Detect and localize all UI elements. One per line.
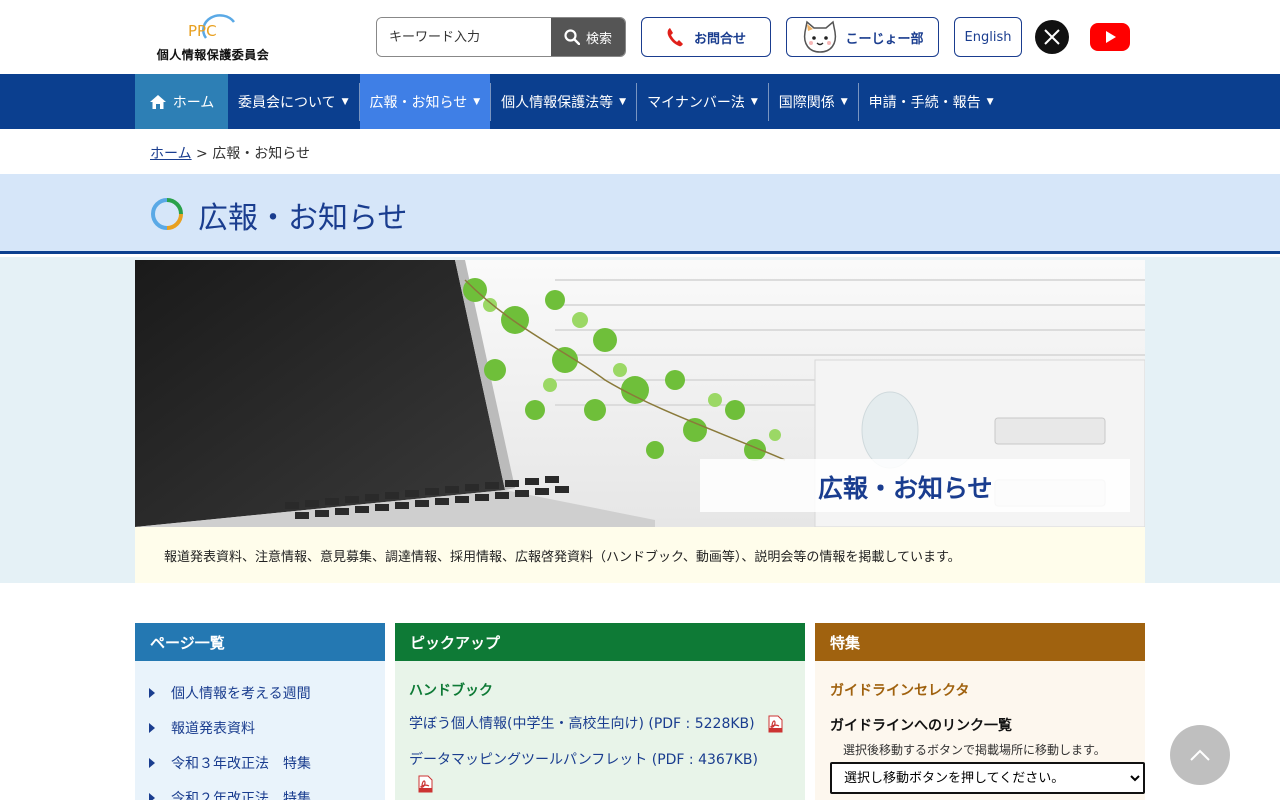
hero-description: 報道発表資料、注意情報、意見募集、調達情報、採用情報、広報啓発資料（ハンドブック… <box>135 527 1145 583</box>
list-item-label: 報道発表資料 <box>171 720 255 737</box>
back-to-top-button[interactable] <box>1170 725 1230 785</box>
kojo-label: こーじょー部 <box>845 31 924 47</box>
page-title-band: 広報・お知らせ <box>0 174 1280 254</box>
guideline-note: 選択後移動するボタンで掲載場所に移動します。 <box>843 743 1106 757</box>
nav-label: 委員会について <box>238 94 336 111</box>
pickup-link-label: データマッピングツールパンフレット (PDF : 4367KB) <box>409 752 758 768</box>
english-label: English <box>964 29 1012 45</box>
triangle-right-icon <box>149 722 155 733</box>
phone-icon <box>667 28 683 47</box>
list-item-label: 令和２年改正法 特集 <box>171 790 311 800</box>
home-icon <box>149 94 166 109</box>
english-button[interactable]: English <box>954 17 1022 57</box>
nav-label: マイナンバー法 <box>647 94 745 111</box>
pickup-link-handbook[interactable]: 学ぼう個人情報(中学生・高校生向け) (PDF : 5228KB) <box>409 713 783 733</box>
breadcrumb: ホーム > 広報・お知らせ <box>150 143 310 163</box>
pickup-link-datamapping[interactable]: データマッピングツールパンフレット (PDF : 4367KB) <box>409 749 758 769</box>
hero-description-text: 報道発表資料、注意情報、意見募集、調達情報、採用情報、広報啓発資料（ハンドブック… <box>164 550 961 565</box>
nav-item-news[interactable]: 広報・お知らせ ▼ <box>359 74 491 129</box>
nav-item-privacy-law[interactable]: 個人情報保護法等 ▼ <box>491 74 636 129</box>
search-icon <box>564 29 580 45</box>
caret-down-icon: ▼ <box>750 96 758 107</box>
special-subheading: ガイドラインセレクタ <box>830 683 970 699</box>
list-item-label: 個人情報を考える週間 <box>171 685 311 702</box>
nav-item-international[interactable]: 国際関係 ▼ <box>769 74 858 129</box>
special-panel: 特集 ガイドラインセレクタ ガイドラインへのリンク一覧 選択後移動するボタンで掲… <box>815 623 1145 800</box>
list-item[interactable]: 個人情報を考える週間 <box>135 675 385 710</box>
page-list-panel: ページ一覧 個人情報を考える週間 報道発表資料 令和３年改正法 特集 令和２年改… <box>135 623 385 800</box>
caret-down-icon: ▼ <box>840 96 848 107</box>
list-item-label: 令和３年改正法 特集 <box>171 755 311 772</box>
nav-item-home[interactable]: ホーム <box>135 74 228 129</box>
nav-label: 個人情報保護法等 <box>501 94 614 111</box>
title-ring-icon <box>151 198 183 230</box>
play-glyph <box>1106 31 1116 43</box>
breadcrumb-sep: > <box>196 146 208 162</box>
nav-item-mynumber[interactable]: マイナンバー法 ▼ <box>637 74 768 129</box>
breadcrumb-home-link[interactable]: ホーム <box>150 146 192 162</box>
guideline-select[interactable]: 選択し移動ボタンを押してください。 <box>830 762 1145 794</box>
kojo-club-button[interactable]: こーじょー部 <box>786 17 939 57</box>
special-heading: 特集 <box>815 623 1145 661</box>
breadcrumb-current: 広報・お知らせ <box>212 146 310 162</box>
search-box: 検索 <box>376 17 626 57</box>
cat-mascot-icon <box>804 20 837 53</box>
nav-label: 国際関係 <box>778 94 835 111</box>
nav-label: 広報・お知らせ <box>369 94 468 111</box>
chevron-up-icon <box>1190 749 1210 761</box>
pickup-panel: ピックアップ ハンドブック 学ぼう個人情報(中学生・高校生向け) (PDF : … <box>395 623 805 800</box>
pickup-link-label: 学ぼう個人情報(中学生・高校生向け) (PDF : 5228KB) <box>409 716 755 732</box>
contact-label: お問合せ <box>693 31 746 47</box>
search-button[interactable]: 検索 <box>551 18 625 56</box>
triangle-right-icon <box>149 757 155 768</box>
search-button-label: 検索 <box>585 31 612 47</box>
nav-label: 申請・手続・報告 <box>868 94 981 111</box>
caret-down-icon: ▼ <box>619 96 627 107</box>
triangle-right-icon <box>149 792 155 800</box>
caret-down-icon: ▼ <box>473 96 481 107</box>
search-input[interactable] <box>377 18 551 56</box>
site-header: PPC 個人情報保護委員会 検索 お問合せ こーじょー部 <box>0 0 1280 74</box>
list-item[interactable]: 令和２年改正法 特集 <box>135 780 385 800</box>
logo-mark-text: PPC <box>188 22 217 40</box>
x-logo-icon[interactable] <box>1035 20 1069 54</box>
pdf-icon <box>418 775 433 793</box>
nav-item-about[interactable]: 委員会について ▼ <box>228 74 359 129</box>
list-item[interactable]: 令和３年改正法 特集 <box>135 745 385 780</box>
logo-text: 個人情報保護委員会 <box>156 48 270 62</box>
hero-caption-text: 広報・お知らせ <box>818 474 993 503</box>
hero-caption: 広報・お知らせ <box>700 459 1130 512</box>
nav-item-procedures[interactable]: 申請・手続・報告 ▼ <box>859 74 1004 129</box>
x-glyph <box>1044 29 1060 45</box>
list-item[interactable]: 報道発表資料 <box>135 710 385 745</box>
youtube-icon[interactable] <box>1090 23 1130 51</box>
triangle-right-icon <box>149 687 155 698</box>
page-list: 個人情報を考える週間 報道発表資料 令和３年改正法 特集 令和２年改正法 特集 <box>135 661 385 800</box>
caret-down-icon: ▼ <box>986 96 994 107</box>
pickup-subheading: ハンドブック <box>409 683 493 699</box>
page-title: 広報・お知らせ <box>198 201 408 236</box>
guideline-links-title: ガイドラインへのリンク一覧 <box>830 718 1012 734</box>
caret-down-icon: ▼ <box>341 96 349 107</box>
contact-button[interactable]: お問合せ <box>641 17 771 57</box>
global-nav: ホーム 委員会について ▼ 広報・お知らせ ▼ 個人情報保護法等 ▼ マイナンバー法 ▼… <box>0 74 1280 129</box>
pickup-heading: ピックアップ <box>395 623 805 661</box>
pdf-icon <box>768 715 783 733</box>
site-logo[interactable]: PPC 個人情報保護委員会 <box>150 10 280 65</box>
nav-label: ホーム <box>172 94 215 111</box>
ppc-logo-icon: PPC <box>188 14 236 40</box>
page-list-heading: ページ一覧 <box>135 623 385 661</box>
